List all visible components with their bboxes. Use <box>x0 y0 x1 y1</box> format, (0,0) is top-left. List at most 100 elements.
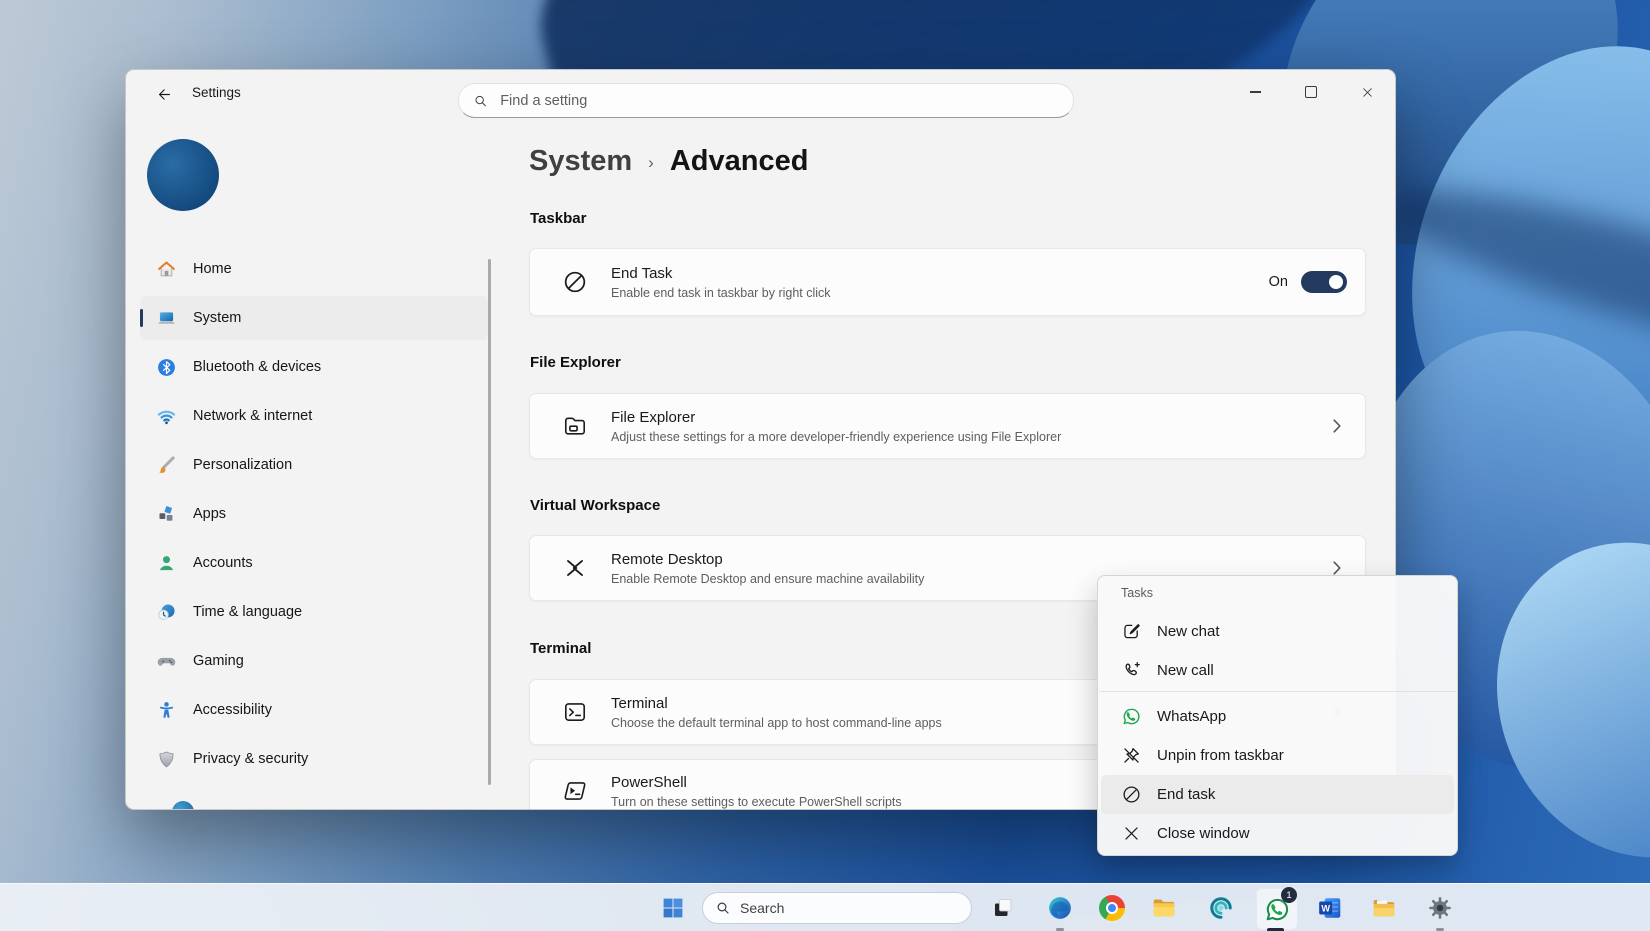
accessibility-icon <box>155 699 177 721</box>
sidebar-item-label: Gaming <box>193 653 244 669</box>
sidebar-item-time-language[interactable]: Time & language <box>140 590 488 634</box>
search-icon <box>473 93 488 109</box>
file-explorer-button[interactable] <box>1144 888 1184 928</box>
sidebar-item-label: Accessibility <box>193 702 272 718</box>
back-arrow-icon <box>156 86 173 103</box>
menu-item-label: Unpin from taskbar <box>1157 747 1284 764</box>
menu-item-new-chat[interactable]: New chat <box>1101 612 1454 651</box>
breadcrumb: System › Advanced <box>529 139 808 183</box>
sidebar-item-privacy-security[interactable]: Privacy & security <box>140 737 488 781</box>
page-title: Advanced <box>670 145 809 178</box>
setting-subtitle: Enable end task in taskbar by right clic… <box>611 286 1269 300</box>
search-icon <box>715 900 731 916</box>
back-button[interactable] <box>148 79 180 109</box>
network-icon <box>155 405 177 427</box>
section-header-terminal: Terminal <box>530 640 591 657</box>
accounts-icon <box>155 552 177 574</box>
word-button[interactable]: W <box>1310 888 1350 928</box>
end-task-toggle[interactable] <box>1301 271 1347 293</box>
edge-icon <box>1047 895 1073 921</box>
chevron-right-icon <box>1327 419 1347 433</box>
privacy-icon <box>155 748 177 770</box>
sidebar-item-apps[interactable]: Apps <box>140 492 488 536</box>
menu-item-unpin-from-taskbar[interactable]: Unpin from taskbar <box>1101 736 1454 775</box>
menu-item-close-window[interactable]: Close window <box>1101 814 1454 853</box>
sidebar-item-label: Personalization <box>193 457 292 473</box>
notification-badge: 1 <box>1281 887 1297 903</box>
terminal-icon <box>560 697 590 727</box>
edge-button[interactable] <box>1040 888 1080 928</box>
setting-title: End Task <box>611 265 1269 282</box>
task-view-button[interactable] <box>983 888 1023 928</box>
bluetooth-icon <box>155 356 177 378</box>
folder-icon <box>1371 895 1397 921</box>
setting-row-end-task: End Task Enable end task in taskbar by r… <box>529 248 1366 316</box>
menu-item-label: Close window <box>1157 825 1250 842</box>
whatsapp-button[interactable]: 1 <box>1256 888 1298 930</box>
sidebar-item-label: Bluetooth & devices <box>193 359 321 375</box>
window-title: Settings <box>192 85 241 100</box>
sidebar-item-label: Time & language <box>193 604 302 620</box>
sidebar-item-home[interactable]: Home <box>140 247 488 291</box>
sidebar-item-label: Accounts <box>193 555 253 571</box>
settings-gear-icon <box>1427 895 1453 921</box>
menu-item-end-task[interactable]: End task <box>1101 775 1454 814</box>
taskbar-jump-list: Tasks New chat New call WhatsApp Unpin f… <box>1097 575 1458 856</box>
new-call-icon <box>1120 660 1142 682</box>
personalization-icon <box>155 454 177 476</box>
folder-outline-icon <box>560 411 590 441</box>
section-header-file-explorer: File Explorer <box>530 354 621 371</box>
gaming-icon <box>155 650 177 672</box>
menu-divider <box>1099 691 1456 692</box>
media-app-button[interactable] <box>1201 888 1241 928</box>
folder-button[interactable] <box>1364 888 1404 928</box>
chrome-button[interactable] <box>1092 888 1132 928</box>
setting-title: Remote Desktop <box>611 551 1327 568</box>
system-taskbar: Search 1 W <box>0 883 1650 931</box>
end-task-icon <box>560 267 590 297</box>
whatsapp-icon <box>1120 706 1142 728</box>
breadcrumb-separator-icon: › <box>648 153 654 173</box>
desktop: Settings Home <box>0 0 1650 931</box>
file-explorer-icon <box>1151 895 1177 921</box>
new-chat-icon <box>1120 621 1142 643</box>
sidebar-item-bluetooth-devices[interactable]: Bluetooth & devices <box>140 345 488 389</box>
media-app-icon <box>1208 895 1234 921</box>
sidebar-item-gaming[interactable]: Gaming <box>140 639 488 683</box>
remote-desktop-icon <box>560 553 590 583</box>
section-header-virtual-workspace: Virtual Workspace <box>530 497 660 514</box>
task-view-icon <box>991 896 1015 920</box>
menu-item-label: End task <box>1157 786 1215 803</box>
time-language-icon <box>155 601 177 623</box>
menu-item-label: WhatsApp <box>1157 708 1226 725</box>
svg-text:W: W <box>1321 904 1330 914</box>
home-icon <box>155 258 177 280</box>
setting-row-file-explorer[interactable]: File Explorer Adjust these settings for … <box>529 393 1366 459</box>
sidebar-item-personalization[interactable]: Personalization <box>140 443 488 487</box>
start-button[interactable] <box>653 888 693 928</box>
toggle-state-label: On <box>1269 274 1288 290</box>
end-task-icon <box>1120 784 1142 806</box>
setting-subtitle: Adjust these settings for a more develop… <box>611 430 1327 444</box>
taskbar-search-label: Search <box>740 900 784 916</box>
sidebar-item-system[interactable]: System <box>140 296 488 340</box>
menu-item-label: New chat <box>1157 623 1220 640</box>
menu-item-label: New call <box>1157 662 1214 679</box>
sidebar-item-accounts[interactable]: Accounts <box>140 541 488 585</box>
sidebar-item-label: Apps <box>193 506 226 522</box>
sidebar-item-label: Network & internet <box>193 408 312 424</box>
menu-item-whatsapp[interactable]: WhatsApp <box>1101 697 1454 736</box>
powershell-icon <box>560 776 590 806</box>
chevron-right-icon <box>1327 561 1347 575</box>
menu-item-new-call[interactable]: New call <box>1101 651 1454 690</box>
breadcrumb-parent[interactable]: System <box>529 145 632 178</box>
sidebar-item-network-internet[interactable]: Network & internet <box>140 394 488 438</box>
taskbar-search[interactable]: Search <box>702 892 972 924</box>
sidebar-item-accessibility[interactable]: Accessibility <box>140 688 488 732</box>
settings-button[interactable] <box>1420 888 1460 928</box>
section-header-taskbar: Taskbar <box>530 210 586 227</box>
close-window-icon <box>1120 823 1142 845</box>
sidebar-scrollbar[interactable] <box>488 259 491 785</box>
word-icon: W <box>1317 895 1343 921</box>
jump-list-header: Tasks <box>1121 586 1153 600</box>
